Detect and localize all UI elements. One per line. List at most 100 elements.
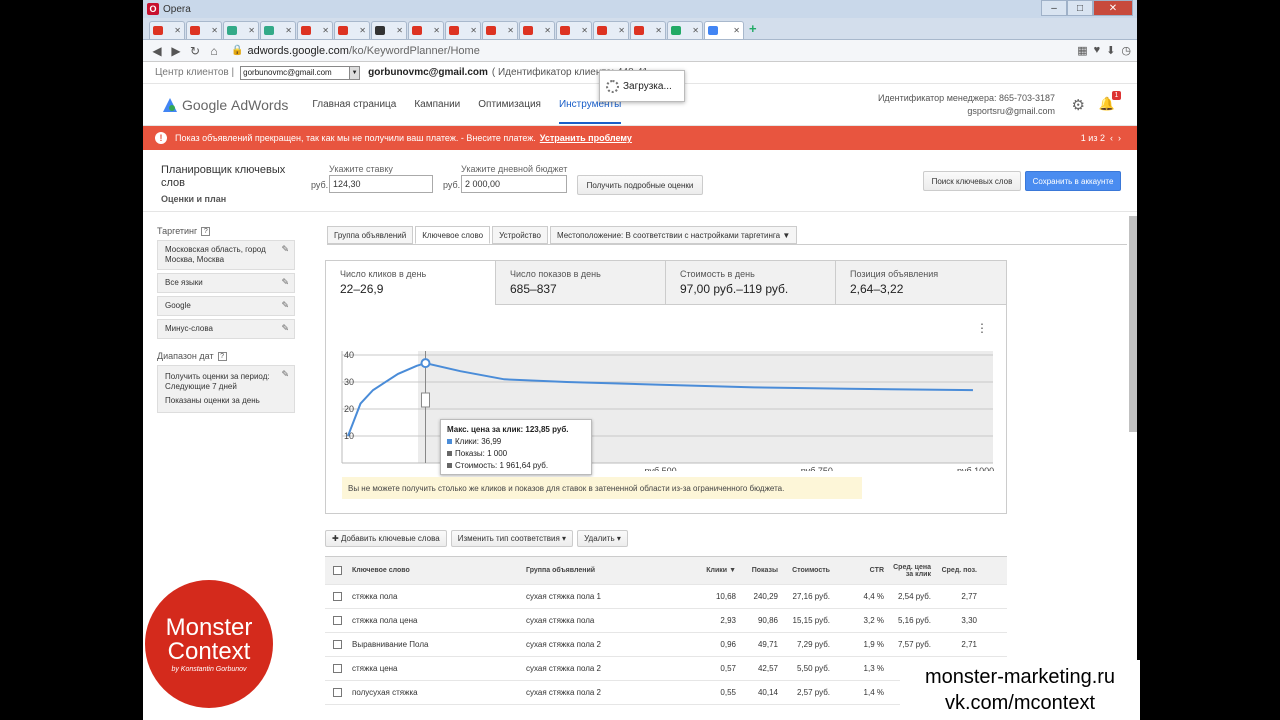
browser-tab[interactable]: ✕ <box>149 21 185 39</box>
close-tab-icon[interactable]: ✕ <box>733 26 740 35</box>
browser-tab[interactable]: ✕ <box>630 21 666 39</box>
close-tab-icon[interactable]: ✕ <box>396 26 403 35</box>
close-tab-icon[interactable]: ✕ <box>470 26 477 35</box>
save-to-account-button[interactable]: Сохранить в аккаунте <box>1025 171 1121 191</box>
metric-clicks[interactable]: Число кликов в день 22–26,9 <box>326 261 496 305</box>
browser-tab[interactable]: ✕ <box>556 21 592 39</box>
nav-tools[interactable]: Инструменты <box>558 99 622 124</box>
close-tab-icon[interactable]: ✕ <box>655 26 662 35</box>
apps-grid-icon[interactable]: ▦ <box>1077 44 1087 57</box>
row-checkbox[interactable] <box>333 592 342 601</box>
minimize-button[interactable]: – <box>1041 0 1067 16</box>
download-icon[interactable]: ⬇ <box>1106 44 1115 57</box>
pencil-icon[interactable]: ✎ <box>281 300 289 310</box>
page-scrollbar[interactable] <box>1129 216 1137 432</box>
targeting-location[interactable]: Московская область, город Москва, Москва… <box>157 240 295 270</box>
tab-location[interactable]: Местоположение: В соответствии с настрой… <box>549 226 798 244</box>
url-field[interactable]: adwords.google.com/ko/KeywordPlanner/Hom… <box>247 45 1077 57</box>
gear-icon[interactable]: ⚙ <box>1072 96 1085 114</box>
pencil-icon[interactable]: ✎ <box>281 244 289 254</box>
browser-tab[interactable]: ✕ <box>371 21 407 39</box>
close-tab-icon[interactable]: ✕ <box>581 26 588 35</box>
col-cost[interactable]: Стоимость <box>784 567 836 574</box>
col-avg-cpc[interactable]: Сред. цена за клик <box>890 564 937 578</box>
reload-icon[interactable]: ↻ <box>187 44 203 58</box>
new-tab-button[interactable]: + <box>749 21 757 36</box>
close-window-button[interactable]: ✕ <box>1093 0 1133 16</box>
col-impressions[interactable]: Показы <box>742 567 784 574</box>
col-clicks[interactable]: Клики ▼ <box>676 567 742 574</box>
tab-keyword[interactable]: Ключевое слово <box>415 226 491 244</box>
browser-tab[interactable]: ✕ <box>445 21 481 39</box>
search-keywords-button[interactable]: Поиск ключевых слов <box>923 171 1021 191</box>
row-checkbox[interactable] <box>333 688 342 697</box>
close-tab-icon[interactable]: ✕ <box>544 26 551 35</box>
tab-ad-group[interactable]: Группа объявлений <box>327 226 414 244</box>
more-options-icon[interactable]: ⋮ <box>976 321 988 335</box>
date-range-box[interactable]: Получить оценки за период: Следующие 7 д… <box>157 365 295 413</box>
forward-icon[interactable]: ▶ <box>168 44 184 58</box>
metric-position[interactable]: Позиция объявления 2,64–3,22 <box>836 261 1006 305</box>
bid-chart[interactable]: 40302010руб.250руб.500руб.750руб.1000 <box>340 341 995 471</box>
close-tab-icon[interactable]: ✕ <box>248 26 255 35</box>
browser-tab[interactable]: ✕ <box>519 21 555 39</box>
tab-device[interactable]: Устройство <box>492 226 548 244</box>
fix-problem-link[interactable]: Устранить проблему <box>540 133 632 143</box>
browser-tab[interactable]: ✕ <box>482 21 518 39</box>
targeting-language[interactable]: Все языки ✎ <box>157 273 295 293</box>
table-row[interactable]: Выравнивание Пола сухая стяжка пола 2 0,96… <box>325 633 1007 657</box>
close-tab-icon[interactable]: ✕ <box>507 26 514 35</box>
chevron-left-icon[interactable]: ‹ <box>1110 133 1113 143</box>
browser-tab[interactable]: ✕ <box>593 21 629 39</box>
bid-input[interactable]: 124,30 <box>329 175 433 193</box>
bell-icon[interactable]: 🔔 1 <box>1099 91 1121 112</box>
home-icon[interactable]: ⌂ <box>206 44 222 58</box>
row-checkbox[interactable] <box>333 616 342 625</box>
back-icon[interactable]: ◀ <box>149 44 165 58</box>
table-row[interactable]: стяжка пола сухая стяжка пола 1 10,68 240,2… <box>325 585 1007 609</box>
close-tab-icon[interactable]: ✕ <box>618 26 625 35</box>
select-all-checkbox[interactable] <box>333 566 342 575</box>
row-checkbox[interactable] <box>333 664 342 673</box>
pencil-icon[interactable]: ✎ <box>281 277 289 287</box>
help-icon[interactable]: ? <box>217 351 227 361</box>
col-ctr[interactable]: CTR <box>836 567 890 574</box>
browser-tab[interactable]: ✕ <box>297 21 333 39</box>
adwords-logo[interactable]: Google AdWords <box>163 97 288 113</box>
maximize-button[interactable]: □ <box>1067 0 1093 16</box>
browser-tab[interactable]: ✕ <box>667 21 703 39</box>
col-avg-pos[interactable]: Сред. поз. <box>937 567 983 574</box>
close-tab-icon[interactable]: ✕ <box>285 26 292 35</box>
browser-tab[interactable]: ✕ <box>186 21 222 39</box>
metric-impressions[interactable]: Число показов в день 685–837 <box>496 261 666 305</box>
browser-tab[interactable]: ✕ <box>223 21 259 39</box>
budget-input[interactable]: 2 000,00 <box>461 175 567 193</box>
remove-button[interactable]: Удалить ▾ <box>577 530 628 547</box>
heart-icon[interactable]: ♥ <box>1094 44 1101 57</box>
get-estimates-button[interactable]: Получить подробные оценки <box>577 175 703 195</box>
close-tab-icon[interactable]: ✕ <box>174 26 181 35</box>
row-checkbox[interactable] <box>333 640 342 649</box>
help-icon[interactable]: ? <box>201 226 211 236</box>
pencil-icon[interactable]: ✎ <box>281 323 289 333</box>
client-select[interactable]: gorbunovmc@gmail.com ▼ <box>240 65 361 80</box>
client-center-label[interactable]: Центр клиентов | <box>155 67 234 78</box>
close-tab-icon[interactable]: ✕ <box>433 26 440 35</box>
table-row[interactable]: стяжка пола цена сухая стяжка пола 2,93 90,… <box>325 609 1007 633</box>
metric-cost[interactable]: Стоимость в день 97,00 руб.–119 руб. <box>666 261 836 305</box>
col-ad-group[interactable]: Группа объявлений <box>526 567 676 574</box>
close-tab-icon[interactable]: ✕ <box>211 26 218 35</box>
close-tab-icon[interactable]: ✕ <box>322 26 329 35</box>
targeting-network[interactable]: Google ✎ <box>157 296 295 316</box>
browser-tab[interactable]: ✕ <box>408 21 444 39</box>
close-tab-icon[interactable]: ✕ <box>692 26 699 35</box>
chevron-right-icon[interactable]: › <box>1118 133 1121 143</box>
add-keywords-button[interactable]: ✚ Добавить ключевые слова <box>325 530 447 547</box>
change-match-type-button[interactable]: Изменить тип соответствия ▾ <box>450 530 574 547</box>
targeting-negative-keywords[interactable]: Минус-слова ✎ <box>157 319 295 339</box>
browser-tab[interactable]: ✕ <box>334 21 370 39</box>
speed-dial-icon[interactable]: ◷ <box>1121 44 1131 57</box>
pencil-icon[interactable]: ✎ <box>281 369 289 379</box>
browser-tab[interactable]: ✕ <box>704 21 744 39</box>
nav-optimization[interactable]: Оптимизация <box>478 99 541 110</box>
